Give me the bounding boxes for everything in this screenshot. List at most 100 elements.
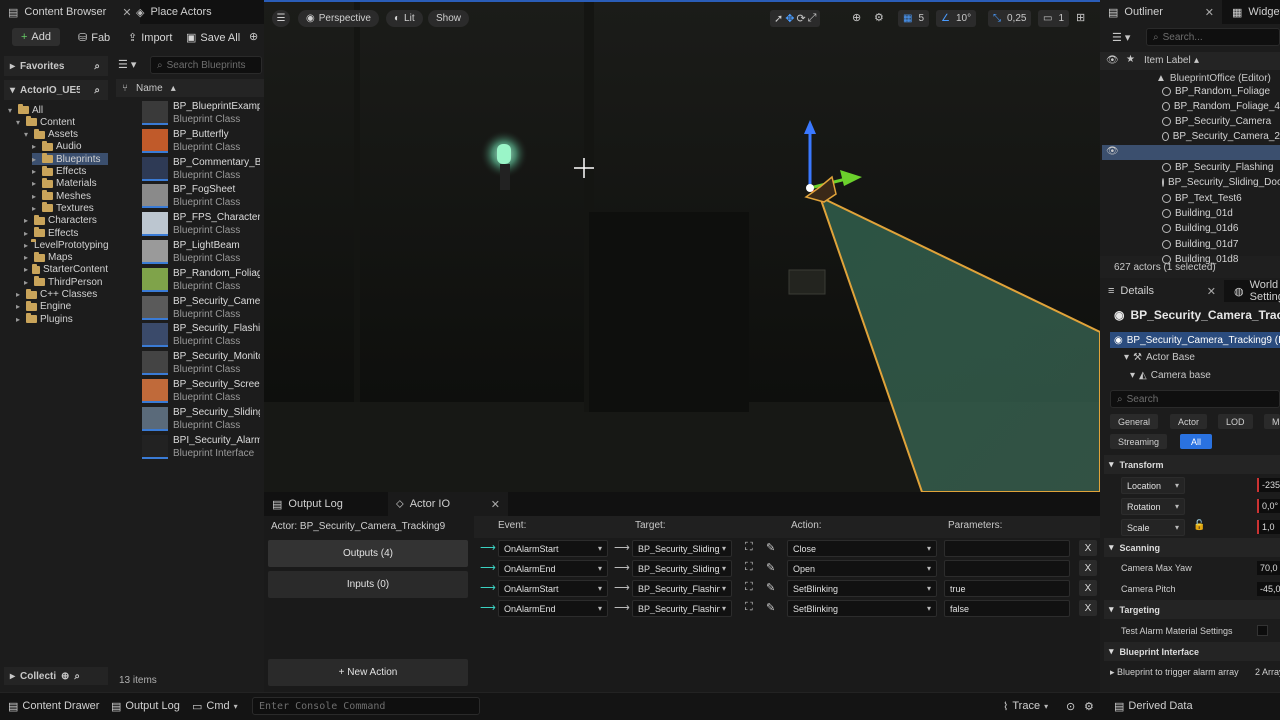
tab-widget[interactable]: ▦ Widget [1224, 0, 1280, 24]
scale-x-field[interactable]: 1,0 [1257, 520, 1280, 534]
tab-output-log[interactable]: ▤ Output Log [264, 492, 351, 516]
scale-icon[interactable]: ⤢ [808, 12, 817, 25]
outputs-button[interactable]: Outputs (4) [268, 540, 468, 567]
asset-item[interactable]: BPI_Security_Alarm Blueprint Interface [140, 434, 260, 461]
outliner-row[interactable]: Building_01d7 [1162, 237, 1280, 251]
tab-actor-io[interactable]: ⬦ Actor IO ✕ [388, 492, 508, 516]
asset-item[interactable]: BP_Security_Camera Blueprint Class [140, 295, 260, 322]
remove-action-button[interactable]: X [1079, 580, 1097, 596]
remove-action-button[interactable]: X [1079, 540, 1097, 556]
filter-misc[interactable]: Misc [1264, 414, 1280, 429]
save-all-button[interactable]: ▣ Save All [186, 31, 240, 45]
record-icon[interactable]: ⊙ [1066, 692, 1075, 720]
tab-world-settings[interactable]: ◍World Settings [1226, 279, 1280, 303]
close-icon[interactable]: ✕ [1205, 6, 1214, 19]
name-column-header[interactable]: ⑂ Name ▴ [116, 79, 264, 97]
content-drawer-button[interactable]: ▤ Content Drawer [8, 692, 99, 720]
select-actor-icon[interactable]: ⛶ [745, 561, 753, 574]
eyedropper-icon[interactable]: ✎ [766, 601, 775, 614]
camera-pitch-field[interactable]: -45,0 [1257, 582, 1280, 596]
select-actor-icon[interactable]: ⛶ [745, 581, 753, 594]
level-viewport[interactable]: ☰ ◉ Perspective ◐ Lit Show ➚ ✥ ⟳ ⤢ ⊕ ⚙ ▦ 5 … [264, 0, 1100, 492]
eyedropper-icon[interactable]: ✎ [766, 561, 775, 574]
show-button[interactable]: Show [428, 10, 470, 27]
blueprint-interface-section[interactable]: ▾ Blueprint Interface [1104, 642, 1280, 661]
filter-actor[interactable]: Actor [1170, 414, 1208, 429]
scale-snap[interactable]: ⤡ 0,25 [988, 10, 1032, 27]
favorites-header[interactable]: ▸ Favorites ⌕ [4, 56, 108, 76]
search-icon[interactable]: ⌕ [74, 671, 80, 682]
parameters-field[interactable] [944, 540, 1070, 557]
test-alarm-checkbox[interactable] [1257, 625, 1268, 636]
output-log-button[interactable]: ▤ Output Log [111, 692, 180, 720]
action-dropdown[interactable]: SetBlinking ▾ [787, 600, 937, 617]
event-dropdown[interactable]: OnAlarmEnd ▾ [498, 560, 608, 577]
rotation-dropdown[interactable]: Rotation ▾ [1121, 498, 1185, 515]
tab-details[interactable]: ≡ Details ✕ [1100, 280, 1224, 302]
viewport-menu-button[interactable]: ☰ [272, 10, 290, 27]
visibility-icon[interactable]: 👁 [1106, 55, 1119, 66]
targeting-section[interactable]: ▾ Targeting [1104, 600, 1280, 619]
search-blueprints-input[interactable]: ⌕ Search Blueprints [150, 56, 262, 74]
select-actor-icon[interactable]: ⛶ [745, 601, 753, 614]
surface-snap-icon[interactable]: ⚙ [874, 11, 884, 24]
location-dropdown[interactable]: Location ▾ [1121, 477, 1185, 494]
inputs-button[interactable]: Inputs (0) [268, 571, 468, 598]
target-dropdown[interactable]: BP_Security_Sliding_Door▾ [632, 560, 732, 577]
outliner-search-input[interactable]: ⌕ Search... [1146, 28, 1280, 46]
event-dropdown[interactable]: OnAlarmStart ▾ [498, 540, 608, 557]
asset-item[interactable]: BP_Security_Monitor Blueprint Class [140, 350, 260, 377]
history-icon[interactable]: ⊕ [249, 30, 258, 43]
parameters-field[interactable]: true [944, 580, 1070, 597]
asset-item[interactable]: BP_LightBeam Blueprint Class [140, 239, 260, 266]
action-dropdown[interactable]: Close ▾ [787, 540, 937, 557]
derived-data-button[interactable]: ▤ Derived Data [1114, 692, 1193, 720]
eyedropper-icon[interactable]: ✎ [766, 581, 775, 594]
component-root[interactable]: ◉BP_Security_Camera_Tracking9 (Instance) [1110, 332, 1280, 348]
grid-snap[interactable]: ▦ 5 [898, 10, 930, 27]
add-circle-icon[interactable]: ⊕ [61, 671, 69, 682]
asset-item[interactable]: BP_Butterfly Blueprint Class [140, 128, 260, 155]
parameters-field[interactable]: false [944, 600, 1070, 617]
outliner-row[interactable]: Building_01d8 [1162, 252, 1280, 266]
scale-dropdown[interactable]: Scale ▾ [1121, 519, 1185, 536]
scanning-section[interactable]: ▾ Scanning [1104, 538, 1280, 557]
asset-item[interactable]: BP_Security_FlashingBlueprint Class [140, 322, 260, 349]
bp-trigger-label[interactable]: ▸ Blueprint to trigger alarm array [1110, 667, 1239, 678]
asset-item[interactable]: BP_Security_Sliding Blueprint Class [140, 406, 260, 433]
eyedropper-icon[interactable]: ✎ [766, 541, 775, 554]
settings-icon[interactable]: ⚙ [1084, 692, 1094, 720]
select-icon[interactable]: ➚ [774, 12, 783, 25]
rotation-x-field[interactable]: 0,0° [1257, 499, 1280, 513]
asset-item[interactable]: BP_FogSheet Blueprint Class [140, 183, 260, 210]
outliner-row[interactable]: BP_Security_Camera [1162, 115, 1280, 129]
tab-outliner[interactable]: ▤ Outliner ✕ [1100, 0, 1222, 24]
asset-item[interactable]: BP_Commentary_BoxBlueprint Class [140, 156, 260, 183]
target-dropdown[interactable]: BP_Security_Sliding_Door▾ [632, 540, 732, 557]
event-dropdown[interactable]: OnAlarmEnd ▾ [498, 600, 608, 617]
component-actor-base[interactable]: ▾ ⚒ Actor Base [1124, 352, 1195, 363]
outliner-row[interactable]: BP_Text_Test6 [1162, 191, 1280, 205]
asset-item[interactable]: BP_BlueprintExample Blueprint Class [140, 100, 260, 127]
layout-icon[interactable]: ⊞ [1076, 11, 1085, 24]
action-dropdown[interactable]: Open ▾ [787, 560, 937, 577]
outliner-row[interactable]: BP_Random_Foliage_4 [1162, 99, 1280, 113]
filter-general[interactable]: General [1110, 414, 1159, 429]
filter-all[interactable]: All [1180, 434, 1212, 449]
cmd-dropdown[interactable]: ▭ Cmd ▾ [192, 692, 238, 720]
outliner-row[interactable]: BP_Random_Foliage [1162, 84, 1280, 98]
lock-icon[interactable]: 🔓 [1193, 520, 1205, 531]
camera-max-yaw-field[interactable]: 70,0 [1257, 561, 1280, 575]
angle-snap[interactable]: ∠ 10° [936, 10, 977, 27]
target-dropdown[interactable]: BP_Security_Flashing_Light▾ [632, 600, 732, 617]
component-camera-base[interactable]: ▾ ◭ Camera base [1130, 370, 1211, 381]
parameters-field[interactable] [944, 560, 1070, 577]
transform-section[interactable]: ▾ Transform [1104, 455, 1280, 474]
lit-button[interactable]: ◐ Lit [386, 10, 423, 27]
outliner-row[interactable]: BP_Security_Camera_2 [1162, 130, 1280, 144]
search-icon[interactable]: ⌕ [94, 85, 100, 96]
remove-action-button[interactable]: X [1079, 600, 1097, 616]
new-action-button[interactable]: + New Action [268, 659, 468, 686]
project-header[interactable]: ▾ ActorIO_UE5 ⌕ [4, 80, 108, 100]
tab-place-actors[interactable]: ◈ Place Actors [128, 0, 220, 24]
